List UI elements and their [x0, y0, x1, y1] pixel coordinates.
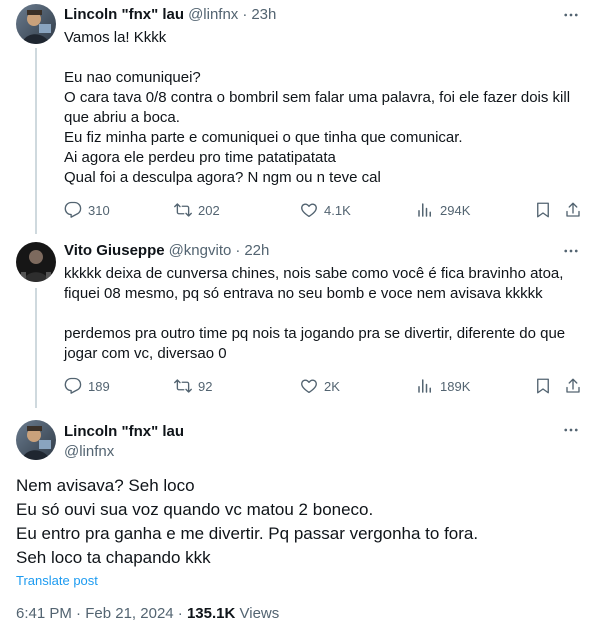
tweet-paragraph: Vamos la! Kkkk	[64, 29, 167, 46]
translate-post-link[interactable]: Translate post	[16, 573, 98, 589]
timestamp[interactable]: 23h	[251, 5, 276, 25]
tweet-actions: 310 202 4.1K 294K	[64, 200, 585, 220]
view-count: 135.1K	[186, 605, 236, 622]
reply-count: 310	[88, 202, 110, 218]
repost-button[interactable]: 92	[174, 376, 212, 396]
reply-icon	[64, 377, 82, 394]
share-icon	[566, 378, 580, 393]
thread-page: Lincoln "fnx" lau @linfnx · 23h Vamos la…	[0, 0, 601, 639]
separator-dot: ·	[76, 605, 82, 622]
bookmark-icon	[537, 378, 549, 394]
repost-button[interactable]: 202	[174, 200, 220, 220]
tweet-header: Lincoln "fnx" lau @linfnx · 23h	[64, 5, 561, 25]
tweet-actions: 189 92 2K 189K	[64, 376, 585, 396]
tweet-paragraph: Seh loco ta chapando kkk	[16, 548, 211, 567]
tweet-text: Vamos la! Kkkk Eu nao comuniquei? O cara…	[64, 28, 585, 188]
avatar[interactable]	[16, 242, 56, 282]
tweet-paragraph: Qual foi a desculpa agora? N ngm ou n te…	[64, 169, 381, 186]
tweet-paragraph: Eu nao comuniquei?	[64, 69, 201, 86]
thread-connector	[35, 48, 37, 234]
user-handle[interactable]: @linfnx	[188, 5, 238, 25]
timestamp[interactable]: 22h	[244, 241, 269, 261]
repost-count: 202	[198, 202, 220, 218]
heart-icon	[301, 379, 317, 394]
reply-button[interactable]: 189	[64, 376, 110, 396]
bookmark-button[interactable]	[534, 376, 552, 396]
more-options-button[interactable]	[561, 420, 581, 440]
like-count: 2K	[324, 378, 340, 394]
tweet-paragraph: Eu entro pra ganha e me divertir. Pq pas…	[16, 524, 479, 543]
views-button[interactable]: 189K	[416, 376, 470, 396]
views-label: Views	[239, 605, 280, 622]
user-handle[interactable]: @linfnx	[64, 442, 184, 462]
separator-dot: ·	[242, 6, 248, 23]
tweet-paragraph: Ai agora ele perdeu pro time patatipatat…	[64, 149, 336, 166]
more-options-button[interactable]	[561, 5, 581, 25]
share-button[interactable]	[564, 200, 582, 220]
more-icon	[564, 249, 578, 253]
display-name[interactable]: Lincoln "fnx" lau	[64, 423, 184, 440]
author-block: Lincoln "fnx" lau @linfnx	[64, 422, 184, 462]
more-options-button[interactable]	[561, 241, 581, 261]
tweet-paragraph: perdemos pra outro time pq nois ta jogan…	[64, 325, 566, 362]
like-count: 4.1K	[324, 202, 351, 218]
post-date[interactable]: Feb 21, 2024	[85, 605, 173, 622]
view-count: 294K	[440, 202, 471, 218]
main-tweet-text: Nem avisava? Seh loco Eu só ouvi sua voz…	[16, 474, 585, 570]
tweet-text: kkkkk deixa de cunversa chines, nois sab…	[64, 264, 585, 364]
tweet-paragraph	[64, 304, 585, 324]
share-icon	[566, 202, 580, 217]
avatar-photo	[16, 4, 56, 44]
share-button[interactable]	[564, 376, 582, 396]
main-tweet: Lincoln "fnx" lau @linfnx Nem avisava? S…	[0, 408, 601, 639]
tweet-paragraph: Eu só ouvi sua voz quando vc matou 2 bon…	[16, 500, 374, 519]
reply-icon	[64, 201, 82, 218]
tweet-header: Vito Giuseppe @kngvito · 22h	[64, 241, 561, 261]
separator-dot: ·	[235, 242, 241, 259]
like-button[interactable]: 4.1K	[300, 200, 351, 220]
display-name[interactable]: Vito Giuseppe	[64, 241, 165, 261]
repost-icon	[174, 203, 192, 217]
display-name[interactable]: Lincoln "fnx" lau	[64, 5, 184, 25]
avatar-photo	[16, 242, 56, 282]
tweet-paragraph: Eu fiz minha parte e comuniquei o que ti…	[64, 129, 463, 146]
views-button[interactable]: 294K	[416, 200, 470, 220]
reply-tweet-2[interactable]: Vito Giuseppe @kngvito · 22h kkkkk deixa…	[0, 236, 601, 408]
thread-connector	[35, 288, 37, 408]
views-icon	[418, 203, 431, 217]
repost-icon	[174, 379, 192, 393]
tweet-paragraph	[64, 48, 585, 68]
bookmark-icon	[537, 202, 549, 218]
avatar[interactable]	[16, 4, 56, 44]
views-icon	[418, 379, 431, 393]
tweet-paragraph: Nem avisava? Seh loco	[16, 476, 195, 495]
reply-tweet-1[interactable]: Lincoln "fnx" lau @linfnx · 23h Vamos la…	[0, 0, 601, 236]
avatar[interactable]	[16, 420, 56, 460]
avatar-photo	[16, 420, 56, 460]
heart-icon	[301, 203, 317, 218]
more-icon	[564, 428, 578, 432]
tweet-paragraph: O cara tava 0/8 contra o bombril sem fal…	[64, 89, 571, 126]
bookmark-button[interactable]	[534, 200, 552, 220]
repost-count: 92	[198, 378, 213, 394]
like-button[interactable]: 2K	[300, 376, 340, 396]
reply-count: 189	[88, 378, 110, 394]
view-count: 189K	[440, 378, 471, 394]
more-icon	[564, 13, 578, 17]
user-handle[interactable]: @kngvito	[169, 241, 232, 261]
reply-button[interactable]: 310	[64, 200, 110, 220]
separator-dot: ·	[177, 605, 183, 622]
tweet-meta: 6:41 PM · Feb 21, 2024 · 135.1K Views	[16, 604, 279, 624]
tweet-paragraph: kkkkk deixa de cunversa chines, nois sab…	[64, 265, 564, 302]
post-time[interactable]: 6:41 PM	[16, 605, 72, 622]
